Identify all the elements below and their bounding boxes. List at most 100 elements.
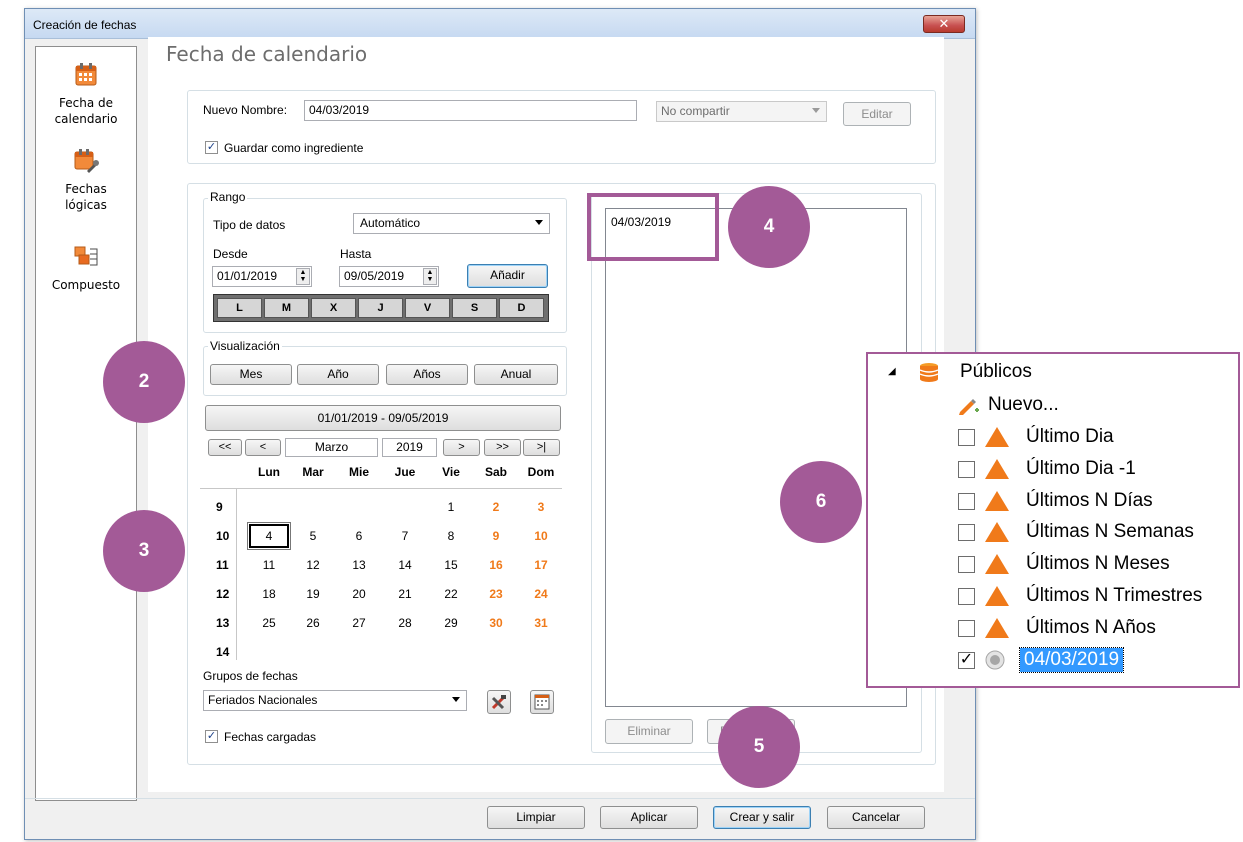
nav-item-compuesto[interactable]: Compuesto bbox=[36, 243, 136, 293]
tools-button[interactable] bbox=[487, 690, 511, 714]
view-years-button[interactable]: Años bbox=[386, 364, 468, 385]
share-select[interactable]: No compartir bbox=[656, 101, 827, 122]
week-number: 14 bbox=[216, 645, 230, 659]
annotation-2: 2 bbox=[103, 341, 185, 423]
tree-item-checkbox[interactable] bbox=[958, 556, 975, 574]
view-month-button[interactable]: Mes bbox=[210, 364, 292, 385]
view-annual-button[interactable]: Anual bbox=[474, 364, 558, 385]
calendar-day[interactable]: 31 bbox=[519, 616, 563, 630]
edit-button[interactable]: Editar bbox=[843, 102, 911, 126]
calendar-day[interactable]: 18 bbox=[247, 587, 291, 601]
calendar-day[interactable]: 10 bbox=[519, 529, 563, 543]
database-icon bbox=[919, 363, 939, 382]
next-year-button[interactable]: >> bbox=[484, 439, 521, 456]
weekday-toggle[interactable]: S bbox=[452, 298, 497, 318]
calendar-day[interactable]: 9 bbox=[474, 529, 518, 543]
calendar-day[interactable]: 29 bbox=[429, 616, 473, 630]
weekday-toggle[interactable]: X bbox=[311, 298, 356, 318]
tree-selected-item[interactable]: ✓ 04/03/2019 bbox=[958, 645, 1228, 675]
next-month-button[interactable]: > bbox=[443, 439, 480, 456]
tree-item-checkbox[interactable] bbox=[958, 619, 975, 637]
pyramid-icon bbox=[985, 554, 1009, 575]
tree-item-checkbox[interactable]: ✓ bbox=[958, 652, 975, 669]
first-month-button[interactable]: << bbox=[208, 439, 242, 456]
calendar-day[interactable]: 7 bbox=[383, 529, 427, 543]
tree-item-checkbox[interactable] bbox=[958, 460, 975, 478]
weekday-toggle[interactable]: V bbox=[405, 298, 450, 318]
from-date-spinner[interactable]: ▲ ▼ bbox=[296, 268, 310, 285]
calendar-day[interactable]: 25 bbox=[247, 616, 291, 630]
calendar-day[interactable]: 14 bbox=[383, 558, 427, 572]
apply-button[interactable]: Aplicar bbox=[600, 806, 698, 829]
new-name-label: Nuevo Nombre: bbox=[203, 103, 288, 117]
calendar-day[interactable]: 2 bbox=[474, 500, 518, 514]
clear-button[interactable]: Limpiar bbox=[487, 806, 585, 829]
from-date-value: 01/01/2019 bbox=[217, 269, 278, 283]
data-type-select[interactable]: Automático bbox=[353, 213, 550, 234]
add-button[interactable]: Añadir bbox=[467, 264, 548, 288]
last-month-button[interactable]: >| bbox=[523, 439, 560, 456]
calendar-day[interactable]: 11 bbox=[247, 558, 291, 572]
weekday-strip: L M X J V S D bbox=[213, 294, 549, 322]
spin-up-icon: ▲ bbox=[426, 269, 434, 276]
calendar-wrench-icon bbox=[74, 149, 99, 173]
calendar-day[interactable]: 16 bbox=[474, 558, 518, 572]
calendar-grid-button[interactable] bbox=[530, 690, 554, 714]
calendar-day[interactable]: 21 bbox=[383, 587, 427, 601]
date-groups-select[interactable]: Feriados Nacionales bbox=[203, 690, 467, 711]
weekday-header: Mie bbox=[348, 465, 369, 479]
calendar-day[interactable]: 1 bbox=[429, 500, 473, 514]
calendar-day[interactable]: 20 bbox=[337, 587, 381, 601]
weekday-toggle[interactable]: L bbox=[217, 298, 262, 318]
tree-item-label: Últimos N Trimestres bbox=[1026, 585, 1203, 606]
weekday-toggle[interactable]: D bbox=[499, 298, 544, 318]
tree-item-checkbox[interactable] bbox=[958, 588, 975, 605]
calendar-day[interactable]: 17 bbox=[519, 558, 563, 572]
weekday-toggle[interactable]: M bbox=[264, 298, 309, 318]
tree-item-checkbox[interactable] bbox=[958, 524, 975, 542]
calendar-day[interactable]: 30 bbox=[474, 616, 518, 630]
tree-item-label: Últimas N Semanas bbox=[1026, 521, 1194, 543]
weekday-header: Sab bbox=[484, 465, 507, 479]
loaded-dates-checkbox[interactable]: ✓ bbox=[205, 730, 218, 743]
range-display-button[interactable]: 01/01/2019 - 09/05/2019 bbox=[205, 405, 561, 431]
calendar-day[interactable]: 22 bbox=[429, 587, 473, 601]
calendar-day[interactable]: 3 bbox=[519, 500, 563, 514]
new-name-input[interactable]: 04/03/2019 bbox=[304, 100, 637, 121]
save-as-ingredient-checkbox[interactable]: ✓ bbox=[205, 141, 218, 154]
calendar-day[interactable]: 12 bbox=[291, 558, 335, 572]
calendar-day-selected[interactable]: 4 bbox=[249, 524, 289, 548]
calendar-day[interactable]: 26 bbox=[291, 616, 335, 630]
view-legend: Visualización bbox=[208, 339, 282, 353]
to-date-spinner[interactable]: ▲ ▼ bbox=[423, 268, 437, 285]
calendar-day[interactable]: 24 bbox=[519, 587, 563, 601]
calendar-day[interactable]: 6 bbox=[337, 529, 381, 543]
prev-month-button[interactable]: < bbox=[245, 439, 281, 456]
calendar-day[interactable]: 28 bbox=[383, 616, 427, 630]
nav-item-fecha-calendario[interactable]: Fecha de calendario bbox=[36, 61, 136, 127]
tree-item-label: Últimos N Meses bbox=[1026, 553, 1170, 575]
tree-item-checkbox[interactable] bbox=[958, 429, 975, 446]
year-field[interactable]: 2019 bbox=[382, 438, 437, 457]
delete-button[interactable]: Eliminar bbox=[605, 719, 693, 744]
calendar-day[interactable]: 5 bbox=[291, 529, 335, 543]
to-date-value: 09/05/2019 bbox=[344, 269, 405, 283]
view-year-button[interactable]: Año bbox=[297, 364, 379, 385]
close-button[interactable]: ✕ bbox=[923, 15, 965, 33]
calendar-day[interactable]: 15 bbox=[429, 558, 473, 572]
to-label: Hasta bbox=[340, 247, 372, 261]
calendar-day[interactable]: 23 bbox=[474, 587, 518, 601]
nav-item-fechas-logicas[interactable]: Fechas lógicas bbox=[36, 147, 136, 213]
month-field[interactable]: Marzo bbox=[285, 438, 378, 457]
create-and-exit-button[interactable]: Crear y salir bbox=[713, 806, 811, 829]
weekday-toggle[interactable]: J bbox=[358, 298, 403, 318]
calendar-day[interactable]: 13 bbox=[337, 558, 381, 572]
dates-listbox[interactable]: 04/03/2019 bbox=[605, 208, 907, 707]
calendar-day[interactable]: 8 bbox=[429, 529, 473, 543]
chevron-down-icon bbox=[535, 220, 543, 225]
cancel-button[interactable]: Cancelar bbox=[827, 806, 925, 829]
tools-icon bbox=[491, 695, 506, 710]
tree-item-checkbox[interactable] bbox=[958, 492, 975, 510]
calendar-day[interactable]: 19 bbox=[291, 587, 335, 601]
calendar-day[interactable]: 27 bbox=[337, 616, 381, 630]
